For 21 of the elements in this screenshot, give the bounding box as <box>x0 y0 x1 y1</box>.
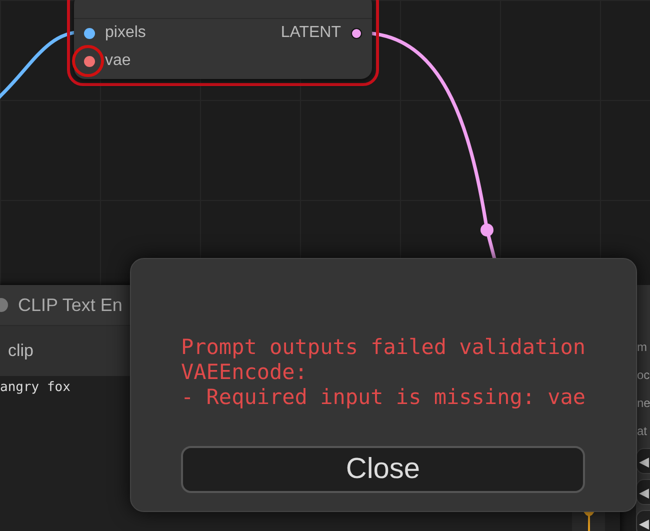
slot-label: pixels <box>105 24 146 42</box>
decrement-button[interactable]: ◀ <box>636 479 650 505</box>
slot-label: vae <box>105 52 131 70</box>
close-button[interactable]: Close <box>181 446 585 493</box>
node-card[interactable]: pixels vae LATENT <box>74 0 372 79</box>
slot-dot[interactable] <box>351 28 362 38</box>
error-message: Prompt outputs failed validation VAEEncode: - Required input is missing: vae <box>181 335 587 410</box>
node-title: CLIP Text En <box>18 294 122 316</box>
decrement-button[interactable]: ◀ <box>636 448 650 474</box>
slot-dot[interactable] <box>84 28 95 38</box>
widget-label: at <box>637 424 648 438</box>
widget-label: ne <box>637 396 650 410</box>
decrement-button[interactable]: ◀ <box>636 510 650 531</box>
slot-label: clip <box>8 341 34 361</box>
slot-dot[interactable] <box>84 56 95 66</box>
widget-label: oc <box>637 368 650 382</box>
error-ring <box>72 45 104 77</box>
slot-label: LATENT <box>280 24 341 42</box>
widget-label: m <box>637 340 647 354</box>
node-card[interactable]: m oc ne at ◀ ◀ ◀ <box>636 285 650 531</box>
reroute-dot[interactable] <box>480 224 494 236</box>
